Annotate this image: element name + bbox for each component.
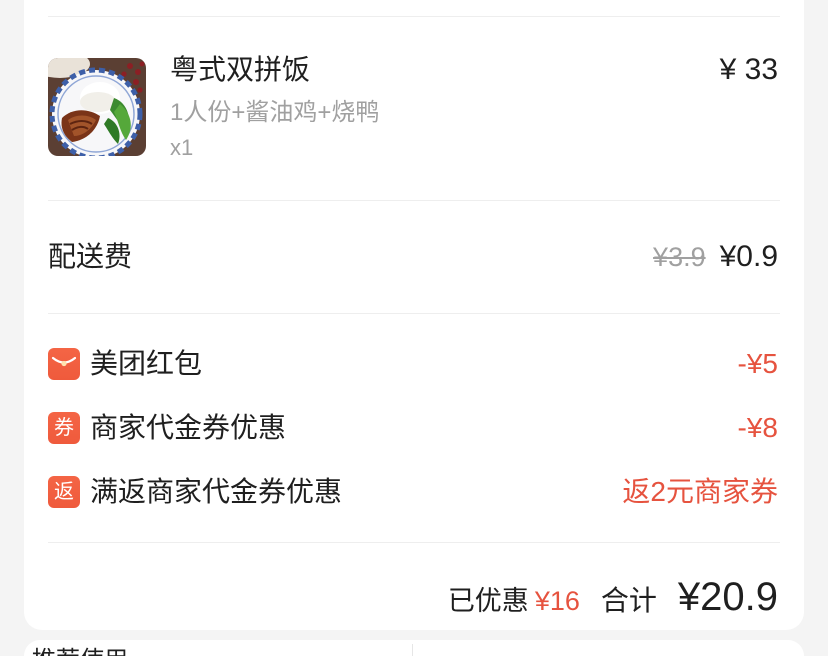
- order-item[interactable]: 粤式双拼饭 1人份+酱油鸡+烧鸭 x1 ¥ 33: [24, 40, 804, 180]
- item-price: ¥ 33: [719, 53, 778, 86]
- order-total-row: 已优惠 ¥16 合计 ¥20.9: [24, 575, 804, 619]
- discount-amount: 返2元商家券: [622, 476, 778, 507]
- order-total-label: 合计: [600, 585, 657, 616]
- delivery-original-price: ¥3.9: [653, 242, 706, 272]
- delivery-fee-label: 配送费: [48, 241, 133, 272]
- discount-list: 美团红包 -¥5 券 商家代金券优惠 -¥8 返 满返商家代金券优惠 返2元商家…: [24, 344, 804, 512]
- discount-label: 美团红包: [90, 348, 203, 379]
- discount-amount: -¥8: [737, 412, 778, 443]
- dish-photo-icon: [48, 58, 146, 156]
- order-summary-card: 粤式双拼饭 1人份+酱油鸡+烧鸭 x1 ¥ 33 配送费 ¥3.9 ¥0.9 美…: [24, 0, 804, 630]
- recommend-section-title: 推荐使用: [32, 646, 128, 656]
- red-packet-icon: [48, 348, 80, 380]
- delivery-fee-row: 配送费 ¥3.9 ¥0.9: [24, 229, 804, 285]
- rebate-icon: 返: [48, 476, 80, 508]
- divider: [48, 542, 780, 543]
- discount-row-red-packet: 美团红包 -¥5: [24, 344, 804, 384]
- discount-row-coupon: 券 商家代金券优惠 -¥8: [24, 408, 804, 448]
- order-total-amount: ¥20.9: [677, 575, 778, 619]
- delivery-price: ¥0.9: [719, 240, 778, 273]
- divider: [48, 200, 780, 201]
- dish-thumbnail: [48, 58, 146, 156]
- item-spec: 1人份+酱油鸡+烧鸭: [170, 99, 380, 126]
- discount-total-label: 已优惠: [447, 586, 529, 616]
- item-quantity: x1: [170, 135, 194, 160]
- discount-row-rebate: 返 满返商家代金券优惠 返2元商家券: [24, 472, 804, 512]
- recommend-section: 推荐使用: [24, 640, 804, 656]
- item-name: 粤式双拼饭: [170, 54, 311, 85]
- discount-label: 满返商家代金券优惠: [90, 476, 343, 507]
- coupon-icon: 券: [48, 412, 80, 444]
- discount-label: 商家代金券优惠: [90, 412, 287, 443]
- delivery-fee-prices: ¥3.9 ¥0.9: [653, 240, 778, 274]
- discount-amount: -¥5: [737, 348, 778, 379]
- divider: [48, 313, 780, 314]
- divider: [48, 16, 780, 17]
- divider: [412, 644, 413, 656]
- discount-total-amount: ¥16: [534, 586, 580, 616]
